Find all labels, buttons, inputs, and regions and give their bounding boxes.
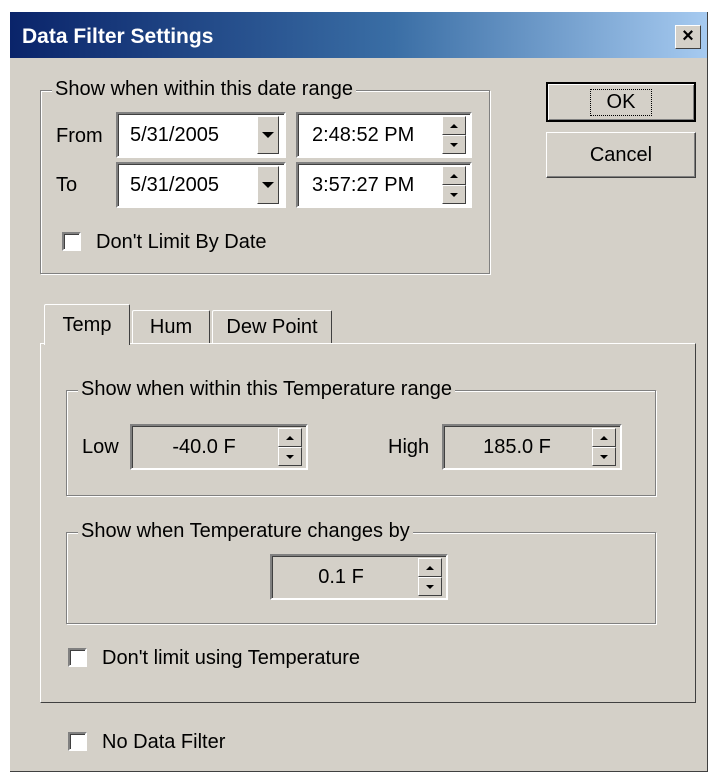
tab-temp[interactable]: Temp	[44, 304, 130, 345]
date-range-legend: Show when within this date range	[52, 78, 356, 101]
spin-down-button[interactable]	[442, 135, 466, 154]
tab-temp-label: Temp	[62, 313, 112, 336]
from-date-dropdown-button[interactable]	[257, 116, 279, 154]
change-value: 0.1 F	[318, 565, 364, 588]
from-time-value: 2:48:52 PM	[312, 123, 415, 146]
temperature-range-legend: Show when within this Temperature range	[78, 378, 455, 401]
spin-down-icon	[286, 454, 294, 459]
to-time-value: 3:57:27 PM	[312, 173, 415, 196]
spin-up-icon	[426, 565, 434, 570]
tab-hum[interactable]: Hum	[132, 310, 210, 343]
to-time-spinner[interactable]	[442, 166, 466, 204]
from-date-value: 5/31/2005	[130, 123, 219, 146]
window-title: Data Filter Settings	[22, 25, 214, 48]
ok-button-label: OK	[589, 88, 653, 116]
close-icon: ×	[682, 25, 694, 47]
spin-down-icon	[450, 192, 458, 197]
no-data-filter-label[interactable]: No Data Filter	[102, 731, 225, 754]
tab-dew-point-label: Dew Point	[226, 315, 318, 338]
high-label: High	[388, 436, 430, 458]
spin-down-icon	[450, 142, 458, 147]
low-spinner[interactable]	[278, 428, 302, 466]
tab-dew-point[interactable]: Dew Point	[212, 310, 332, 343]
spin-down-button[interactable]	[418, 577, 442, 596]
change-spinner[interactable]	[418, 558, 442, 596]
spin-down-button[interactable]	[278, 447, 302, 466]
spin-down-icon	[600, 454, 608, 459]
chevron-down-icon	[262, 182, 274, 188]
spin-up-button[interactable]	[442, 116, 466, 135]
spin-up-button[interactable]	[418, 558, 442, 577]
spin-down-icon	[426, 584, 434, 589]
close-button[interactable]: ×	[675, 25, 701, 49]
from-label: From	[56, 125, 103, 147]
low-label: Low	[82, 436, 119, 458]
spin-up-button[interactable]	[278, 428, 302, 447]
dont-limit-temperature-checkbox[interactable]	[68, 648, 87, 667]
spin-down-button[interactable]	[442, 185, 466, 204]
dialog-window: Data Filter Settings × Show when within …	[10, 12, 708, 772]
dont-limit-by-date-label[interactable]: Don't Limit By Date	[96, 231, 267, 254]
to-label: To	[56, 174, 78, 196]
chevron-down-icon	[262, 132, 274, 138]
spin-up-button[interactable]	[442, 166, 466, 185]
temperature-change-legend: Show when Temperature changes by	[78, 520, 413, 543]
no-data-filter-checkbox[interactable]	[68, 732, 87, 751]
low-value: -40.0 F	[172, 435, 236, 458]
to-date-value: 5/31/2005	[130, 173, 219, 196]
spin-up-icon	[600, 435, 608, 440]
spin-up-icon	[450, 173, 458, 178]
to-date-dropdown-button[interactable]	[257, 166, 279, 204]
spin-down-button[interactable]	[592, 447, 616, 466]
from-time-spinner[interactable]	[442, 116, 466, 154]
cancel-button-label: Cancel	[589, 143, 653, 166]
tab-hum-label: Hum	[149, 315, 193, 338]
cancel-button[interactable]: Cancel	[546, 132, 696, 178]
high-spinner[interactable]	[592, 428, 616, 466]
ok-button[interactable]: OK	[546, 82, 696, 122]
dont-limit-temperature-label[interactable]: Don't limit using Temperature	[102, 647, 360, 670]
spin-up-button[interactable]	[592, 428, 616, 447]
title-bar[interactable]: Data Filter Settings ×	[10, 12, 707, 58]
high-value: 185.0 F	[483, 435, 551, 458]
spin-up-icon	[286, 435, 294, 440]
dont-limit-by-date-checkbox[interactable]	[62, 232, 81, 251]
spin-up-icon	[450, 123, 458, 128]
